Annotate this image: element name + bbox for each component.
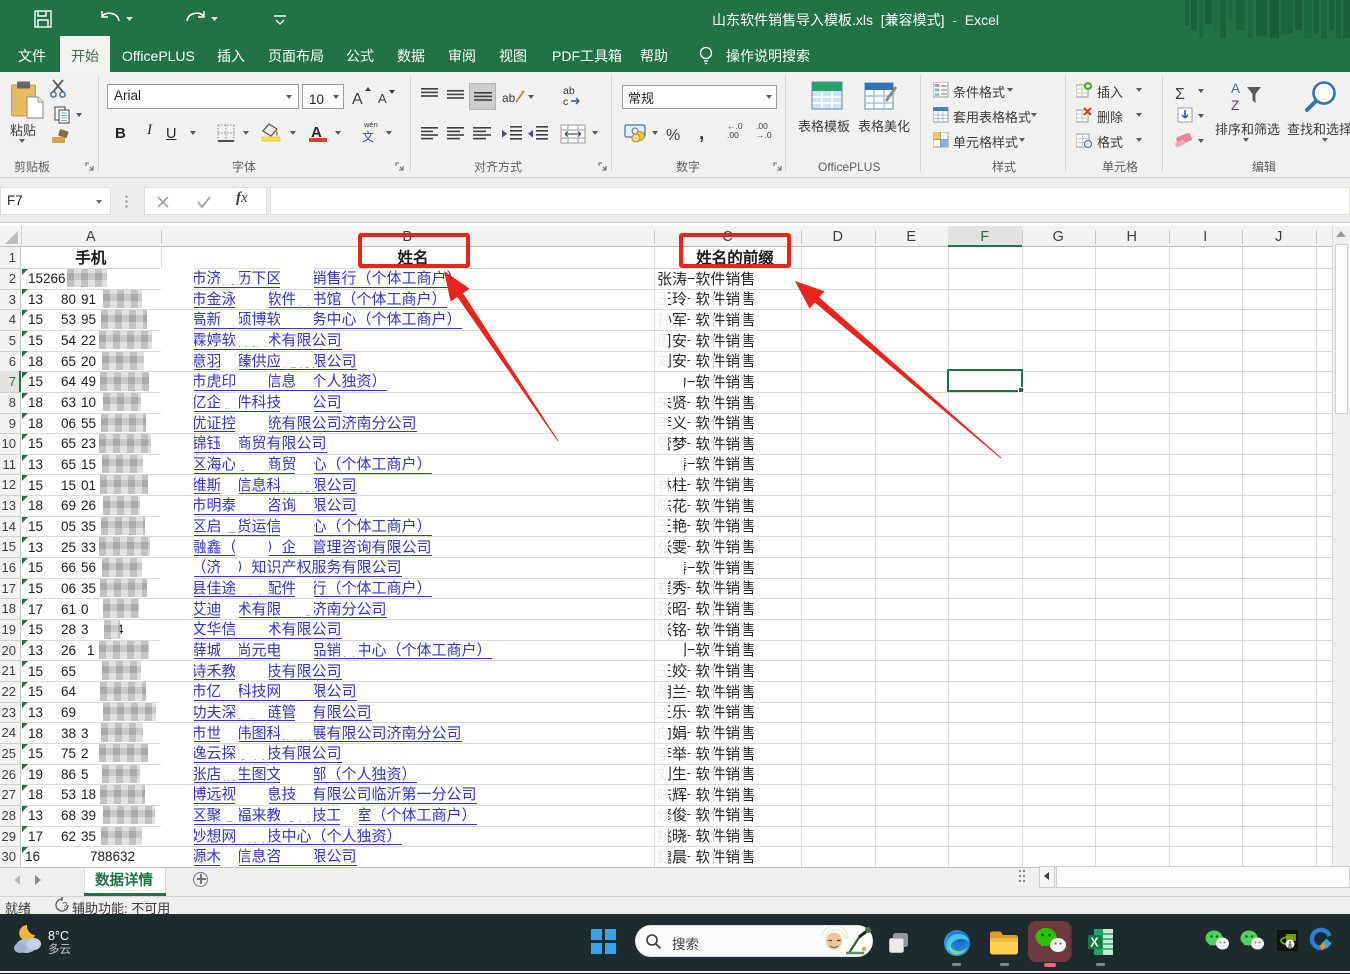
svg-text:?: ? xyxy=(62,901,68,912)
svg-text:ab: ab xyxy=(502,91,516,105)
svg-text:X: X xyxy=(1090,936,1099,950)
svg-text:A: A xyxy=(1231,81,1240,96)
svg-text:c: c xyxy=(563,96,568,108)
svg-text:Z: Z xyxy=(1231,98,1239,113)
